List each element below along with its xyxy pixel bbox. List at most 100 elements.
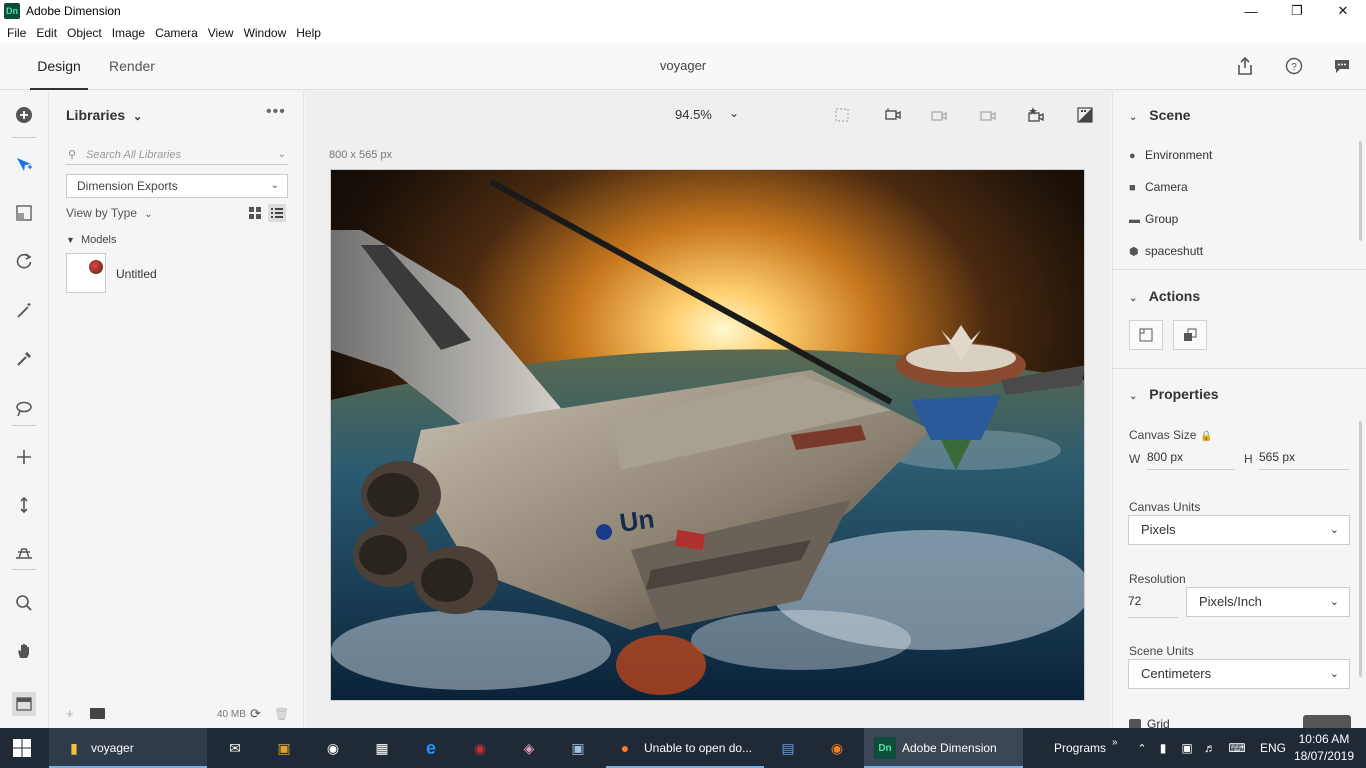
search-icon: ⚲	[68, 149, 77, 161]
grid-view-icon[interactable]	[246, 204, 264, 222]
width-input[interactable]: 800 px	[1147, 450, 1235, 470]
minimize-button[interactable]: —	[1228, 0, 1274, 22]
render-preview-icon[interactable]	[1075, 105, 1095, 125]
model-thumbnail[interactable]	[66, 253, 106, 293]
chevron-down-icon[interactable]: ⌄	[729, 106, 739, 120]
scene-item-camera[interactable]: ■ Camera	[1129, 180, 1188, 194]
actions-section-header[interactable]: ⌄ Actions	[1129, 288, 1200, 304]
search-placeholder: Search All Libraries	[86, 149, 181, 161]
control-panel-icon[interactable]: ▣	[567, 728, 589, 768]
camera-bookmark-icon[interactable]	[883, 105, 903, 125]
menu-view[interactable]: View	[203, 26, 239, 40]
tool-divider	[12, 425, 36, 426]
scene-item-spaceshutt[interactable]: ⬢ spaceshutt	[1129, 244, 1203, 258]
maximize-button[interactable]: ❐	[1274, 0, 1320, 22]
taskbar-folder-voyager[interactable]: ▮ voyager	[49, 728, 207, 768]
network-icon[interactable]: ▣	[1176, 728, 1198, 768]
programs-label: Programs	[1054, 741, 1107, 755]
calendar-icon[interactable]: ▦	[371, 728, 393, 768]
taskbar-firefox[interactable]: ● Unable to open do...	[606, 728, 764, 768]
magic-wand-icon[interactable]	[12, 299, 36, 323]
frame-selection-icon[interactable]	[832, 105, 852, 125]
select-tool-icon[interactable]	[12, 153, 36, 177]
system-clock[interactable]: 10:06 AM 18/07/2019	[1294, 731, 1354, 765]
undo-camera-icon[interactable]	[929, 105, 949, 125]
width-label: W	[1129, 452, 1141, 466]
language-indicator[interactable]: ENG	[1260, 728, 1286, 768]
properties-section-header[interactable]: ⌄ Properties	[1129, 386, 1219, 402]
feedback-icon[interactable]	[1331, 55, 1353, 77]
menu-window[interactable]: Window	[239, 26, 292, 40]
taskbar-adobe-dimension[interactable]: Dn Adobe Dimension	[864, 728, 1023, 768]
marquee-tool-icon[interactable]	[12, 201, 36, 225]
close-button[interactable]: ✕	[1320, 0, 1366, 22]
more-options-icon[interactable]: •••	[266, 103, 286, 121]
chevron-down-icon: ⌄	[144, 209, 153, 220]
fit-canvas-button[interactable]	[1129, 320, 1163, 350]
match-image-button[interactable]	[1173, 320, 1207, 350]
blender-icon[interactable]: ◉	[826, 728, 848, 768]
unreal-engine-icon[interactable]: ◉	[322, 728, 344, 768]
scene-section-header[interactable]: ⌄ Scene	[1129, 107, 1191, 123]
help-icon[interactable]: ?	[1283, 55, 1305, 77]
scene-viewport[interactable]: Un	[330, 169, 1085, 701]
height-input[interactable]: 565 px	[1259, 450, 1349, 470]
programs-toolbar[interactable]: Programs »	[1054, 728, 1118, 768]
scene-item-group[interactable]: ▬ Group	[1129, 212, 1178, 226]
canvas-units-select[interactable]: Pixels ⌄	[1128, 515, 1350, 545]
mail-icon[interactable]: ✉	[224, 728, 246, 768]
model-name[interactable]: Untitled	[116, 267, 157, 281]
resolution-input[interactable]: 72	[1128, 588, 1178, 618]
redo-camera-icon[interactable]	[978, 105, 998, 125]
models-section-header[interactable]: ▼ Models	[66, 234, 116, 246]
lasso-icon[interactable]	[12, 397, 36, 421]
library-select[interactable]: Dimension Exports ⌄	[66, 174, 288, 198]
chevron-down-icon: ⌄	[277, 149, 286, 160]
paint-icon[interactable]: ◈	[518, 728, 540, 768]
folder-icon[interactable]	[90, 708, 105, 719]
share-icon[interactable]	[1234, 55, 1256, 77]
properties-scrollbar[interactable]	[1359, 421, 1362, 677]
horizon-tool-icon[interactable]	[12, 541, 36, 565]
edge-icon[interactable]: e	[420, 728, 442, 768]
store-icon[interactable]: ▣	[273, 728, 295, 768]
dolly-tool-icon[interactable]	[12, 493, 36, 517]
move-tool-icon[interactable]	[12, 445, 36, 469]
orbit-tool-icon[interactable]	[12, 249, 36, 273]
menu-image[interactable]: Image	[107, 26, 150, 40]
menu-file[interactable]: File	[2, 26, 31, 40]
libraries-title[interactable]: Libraries ⌄	[66, 107, 142, 123]
library-search-input[interactable]: ⚲ Search All Libraries ⌄	[66, 145, 288, 165]
view-by-type-dropdown[interactable]: View by Type ⌄	[66, 206, 153, 220]
show-hidden-icons[interactable]: ⌃	[1131, 728, 1153, 768]
lock-icon[interactable]: 🔒	[1200, 431, 1212, 442]
scene-item-environment[interactable]: ● Environment	[1129, 148, 1212, 162]
view-by-label: View by Type	[66, 206, 137, 220]
panel-toggle-icon[interactable]	[12, 692, 36, 716]
camera-star-icon[interactable]	[1026, 105, 1046, 125]
hand-tool-icon[interactable]	[12, 639, 36, 663]
eyedropper-icon[interactable]	[12, 347, 36, 371]
zoom-level[interactable]: 94.5%	[675, 107, 712, 122]
sync-icon[interactable]: ⟳	[250, 706, 261, 722]
menu-edit[interactable]: Edit	[31, 26, 62, 40]
volume-icon[interactable]: ♬	[1199, 728, 1221, 768]
battery-icon[interactable]: ▮	[1152, 728, 1174, 768]
resolution-unit-select[interactable]: Pixels/Inch ⌄	[1186, 587, 1350, 617]
scene-units-select[interactable]: Centimeters ⌄	[1128, 659, 1350, 689]
app-icon-red[interactable]: ◉	[469, 728, 491, 768]
start-button[interactable]	[12, 728, 32, 768]
add-icon[interactable]	[12, 103, 36, 127]
menu-camera[interactable]: Camera	[150, 26, 203, 40]
trash-icon[interactable]: 🗑	[274, 707, 289, 721]
remote-desktop-icon[interactable]: ▤	[777, 728, 799, 768]
zoom-icon[interactable]	[12, 591, 36, 615]
list-view-icon[interactable]	[268, 204, 286, 222]
menu-help[interactable]: Help	[291, 26, 326, 40]
menu-object[interactable]: Object	[62, 26, 107, 40]
grid-toggle[interactable]: Grid	[1129, 717, 1170, 728]
scene-scrollbar[interactable]	[1359, 141, 1362, 241]
add-icon[interactable]: +	[66, 706, 74, 721]
keyboard-icon[interactable]: ⌨	[1226, 728, 1248, 768]
grid-checkbox[interactable]	[1129, 718, 1141, 728]
